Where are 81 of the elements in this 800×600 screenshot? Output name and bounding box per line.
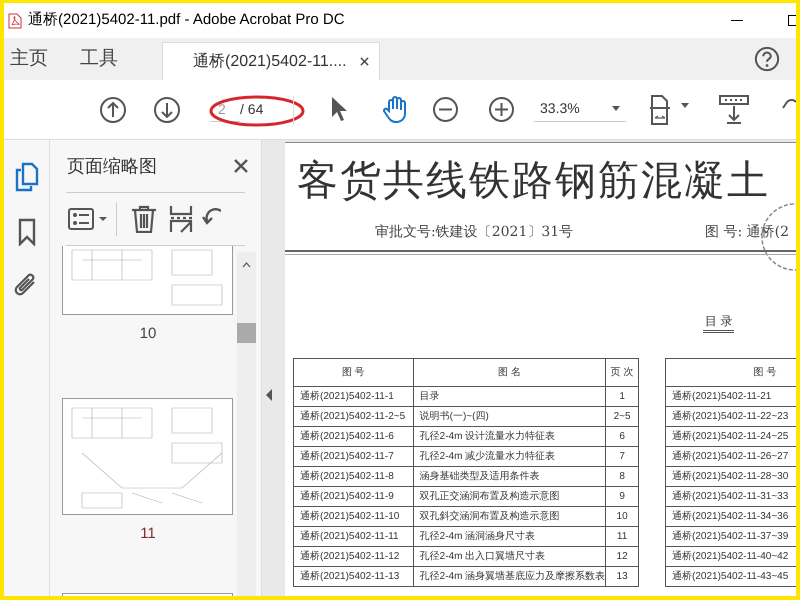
zoom-out-icon[interactable] [432, 96, 459, 123]
column-header: 图 名 [413, 358, 606, 386]
table-cell: 通桥(2021)5402-11-22~23 [666, 406, 796, 426]
previous-page-icon[interactable] [99, 96, 127, 124]
table-cell: 通桥(2021)5402-11-6 [294, 426, 414, 446]
table-cell: 6 [606, 426, 638, 446]
table-cell: 说明书(一)~(四) [413, 406, 606, 426]
table-cell: 8 [606, 466, 638, 486]
table-cell: 双孔正交涵洞布置及构造示意图 [413, 486, 606, 506]
table-cell: 11 [606, 526, 638, 546]
page-thumbnail[interactable] [62, 246, 234, 315]
bookmark-icon[interactable] [18, 218, 36, 246]
column-header: 页 次 [606, 358, 638, 386]
zoom-in-icon[interactable] [488, 96, 515, 123]
table-cell: 通桥(2021)5402-11-43~45 [666, 566, 796, 586]
table-cell: 通桥(2021)5402-11-9 [294, 486, 414, 506]
table-cell: 孔径2-4m 涵身翼墙基底应力及摩擦系数表 [413, 566, 606, 586]
nav-tab[interactable]: 主页 [4, 38, 56, 80]
table-cell: 通桥(2021)5402-11-1 [294, 386, 414, 406]
document-title: 客货共线铁路钢筋混凝土 [297, 155, 770, 206]
panel-title: 页面缩略图 [67, 154, 157, 178]
scrollbar[interactable] [237, 252, 256, 596]
table-cell: 通桥(2021)5402-11-10 [294, 506, 414, 526]
table-cell: 通桥(2021)5402-11-26~27 [666, 446, 796, 466]
column-header: 图 号 [294, 358, 414, 386]
trash-icon[interactable] [131, 205, 157, 233]
scrollbar-thumb[interactable] [237, 323, 256, 343]
zoom-dropdown[interactable]: 33.3% [534, 96, 626, 122]
approval-number: 审批文号:铁建设〔2021〕31号 [375, 223, 574, 242]
next-page-icon[interactable] [153, 96, 181, 124]
page-thumbnail[interactable] [62, 398, 234, 514]
pages-icon[interactable] [14, 162, 38, 192]
table-cell: 2~5 [606, 406, 638, 426]
table-cell: 13 [606, 566, 638, 586]
window-title: 通桥(2021)5402-11.pdf - Adobe Acrobat Pro DC [28, 10, 345, 30]
table-cell: 孔径2-4m 出入口翼墙尺寸表 [413, 546, 606, 566]
table-cell: 通桥(2021)5402-11-31~33 [666, 486, 796, 506]
table-cell: 通桥(2021)5402-11-13 [294, 566, 414, 586]
table-cell: 12 [606, 546, 638, 566]
contents-heading: 目 录 [703, 312, 734, 333]
table-cell: 通桥(2021)5402-11-37~39 [666, 526, 796, 546]
maximize-button[interactable] [788, 15, 796, 26]
table-cell: 通桥(2021)5402-11-12 [294, 546, 414, 566]
page-number-label: 10 [140, 324, 156, 344]
insert-page-icon[interactable] [169, 205, 193, 233]
column-header: 图 号 [666, 358, 796, 386]
table-cell: 7 [606, 446, 638, 466]
table-cell: 通桥(2021)5402-11-11 [294, 526, 414, 546]
nav-tab[interactable]: 工具 [56, 38, 126, 80]
page-number-label: 11 [140, 524, 156, 544]
pdf-icon [8, 12, 22, 28]
pointer-icon[interactable] [330, 96, 348, 122]
table-cell: 通桥(2021)5402-11-28~30 [666, 466, 796, 486]
table-cell: 通桥(2021)5402-11-24~25 [666, 426, 796, 446]
scroll-up-icon[interactable] [242, 262, 251, 268]
table-cell: 双孔斜交涵洞布置及构造示意图 [413, 506, 606, 526]
close-icon[interactable] [233, 158, 249, 174]
table-cell: 10 [606, 506, 638, 526]
table-cell: 通桥(2021)5402-11-2~5 [294, 406, 414, 426]
table-cell: 通桥(2021)5402-11-21 [666, 386, 796, 406]
table-cell: 通桥(2021)5402-11-40~42 [666, 546, 796, 566]
table-cell: 通桥(2021)5402-11-34~36 [666, 506, 796, 526]
table-cell: 孔径2-4m 设计流量水力特征表 [413, 426, 606, 446]
caret-icon [612, 106, 620, 111]
collapse-panel-icon[interactable] [266, 389, 272, 401]
scroll-mode-icon[interactable] [719, 94, 749, 124]
minimize-button[interactable] [731, 20, 743, 22]
table-cell: 孔径2-4m 涵洞涵身尺寸表 [413, 526, 606, 546]
close-icon[interactable] [360, 57, 369, 66]
table-cell: 目录 [413, 386, 606, 406]
table-cell: 涵身基础类型及适用条件表 [413, 466, 606, 486]
table-cell: 1 [606, 386, 638, 406]
page-count: / 64 [240, 100, 264, 118]
document-tab[interactable]: 通桥(2021)5402-11.... [162, 42, 380, 80]
table-cell: 通桥(2021)5402-11-7 [294, 446, 414, 466]
options-icon[interactable] [68, 207, 108, 231]
table-cell: 孔径2-4m 减少流量水力特征表 [413, 446, 606, 466]
table-cell: 通桥(2021)5402-11-8 [294, 466, 414, 486]
help-icon[interactable] [754, 46, 780, 72]
fit-page-icon[interactable] [650, 94, 690, 126]
table-cell: 9 [606, 486, 638, 506]
